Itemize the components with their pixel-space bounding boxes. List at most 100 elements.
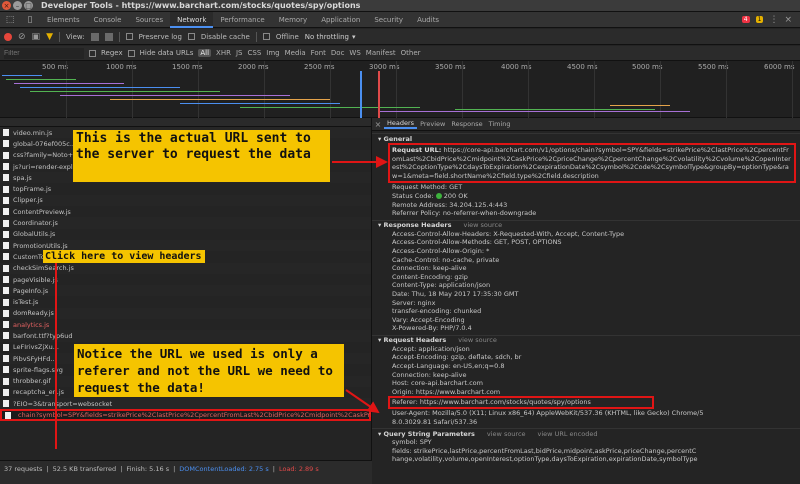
- response-header: X-Powered-By: PHP/7.0.4: [392, 324, 472, 333]
- preserve-log-checkbox[interactable]: [125, 33, 133, 40]
- camera-icon[interactable]: ▣: [32, 32, 41, 42]
- window-titlebar: × – □ Developer Tools - https://www.barc…: [0, 0, 800, 12]
- filter-type-img[interactable]: Img: [266, 49, 279, 57]
- filter-input[interactable]: [4, 47, 84, 59]
- file-icon: [3, 242, 9, 250]
- overview-icon[interactable]: [104, 32, 113, 41]
- divider: |: [120, 465, 123, 473]
- request-row[interactable]: checkSimSearch.js: [0, 262, 371, 274]
- file-icon: [5, 411, 11, 419]
- tab-application[interactable]: Application: [314, 12, 367, 28]
- error-count-badge[interactable]: 4: [741, 16, 750, 23]
- request-name: global-076ef005c...: [13, 139, 77, 148]
- referrer-policy: Referrer Policy: no-referrer-when-downgr…: [392, 209, 537, 218]
- file-icon: [3, 264, 9, 272]
- request-list-header: [0, 118, 371, 127]
- regex-checkbox[interactable]: [89, 49, 96, 57]
- tab-network[interactable]: Network: [170, 11, 214, 28]
- request-row[interactable]: ?EIO=3&transport=websocket: [0, 398, 371, 410]
- query-string-section-header[interactable]: ▾ Query String Parameters view source view…: [372, 428, 800, 438]
- referer-highlight: Referer: https://www.barchart.com/stocks…: [388, 396, 654, 410]
- filter-type-media[interactable]: Media: [285, 49, 306, 57]
- request-headers-section-header[interactable]: ▾ Request Headers view source: [372, 334, 800, 345]
- request-row[interactable]: PageInfo.js: [0, 285, 371, 297]
- response-header: Connection: keep-alive: [392, 264, 467, 273]
- view-source-link[interactable]: view source: [458, 336, 497, 344]
- filter-type-manifest[interactable]: Manifest: [366, 49, 396, 57]
- request-name: js?uri=render-expli...: [13, 162, 81, 171]
- filter-type-other[interactable]: Other: [401, 49, 421, 57]
- tab-response[interactable]: Response: [448, 120, 485, 128]
- close-window-icon[interactable]: ×: [2, 1, 11, 10]
- record-icon[interactable]: [4, 32, 12, 41]
- view-source-link[interactable]: view source: [487, 430, 526, 438]
- filter-type-font[interactable]: Font: [311, 49, 326, 57]
- device-toolbar-icon[interactable]: ▯: [20, 15, 40, 25]
- clear-icon[interactable]: ⊘: [18, 32, 26, 42]
- disable-cache-checkbox[interactable]: [187, 33, 195, 40]
- close-devtools-icon[interactable]: ×: [784, 15, 792, 25]
- request-name: analytics.js: [13, 320, 50, 329]
- file-icon: [3, 332, 9, 340]
- timeline-tick: 3000 ms: [369, 63, 400, 71]
- timeline-tick: 4500 ms: [567, 63, 598, 71]
- request-name: ?EIO=3&transport=websocket: [13, 399, 113, 408]
- offline-checkbox[interactable]: [262, 33, 270, 40]
- filter-type-xhr[interactable]: XHR: [216, 49, 231, 57]
- response-header: Access-Control-Allow-Origin: *: [392, 246, 490, 255]
- general-title: General: [383, 134, 413, 143]
- warning-count-badge[interactable]: 1: [755, 16, 764, 23]
- request-name: recaptcha_en.js: [13, 388, 65, 397]
- response-header: Content-Type: application/json: [392, 281, 491, 290]
- request-row[interactable]: barfont.ttf?typ6ud: [0, 330, 371, 342]
- filter-type-doc[interactable]: Doc: [331, 49, 345, 57]
- file-icon: [3, 208, 9, 216]
- tab-performance[interactable]: Performance: [213, 12, 271, 28]
- network-timeline-overview[interactable]: 500 ms 1000 ms 1500 ms 2000 ms 2500 ms 3…: [0, 61, 800, 118]
- tab-headers[interactable]: Headers: [384, 119, 418, 129]
- tab-console[interactable]: Console: [87, 12, 129, 28]
- remote-address: Remote Address: 34.204.125.4:443: [392, 200, 508, 209]
- request-row[interactable]: pageVisible.js: [0, 274, 371, 285]
- throttling-select[interactable]: No throttling ▾: [305, 33, 356, 41]
- request-row[interactable]: Clipper.js: [0, 194, 371, 207]
- request-row[interactable]: topFrame.js: [0, 183, 371, 194]
- tab-security[interactable]: Security: [367, 12, 410, 28]
- minimize-window-icon[interactable]: –: [13, 1, 22, 10]
- tab-timing[interactable]: Timing: [486, 120, 514, 128]
- tab-elements[interactable]: Elements: [40, 12, 87, 28]
- file-icon: [3, 355, 9, 363]
- file-icon: [3, 366, 9, 374]
- more-menu-icon[interactable]: ⋮: [769, 15, 778, 25]
- response-headers-section-header[interactable]: ▾ Response Headers view source: [372, 219, 800, 230]
- request-name: checkSimSearch.js: [13, 264, 74, 273]
- request-row-error[interactable]: analytics.js: [0, 319, 371, 330]
- filter-type-css[interactable]: CSS: [248, 49, 262, 57]
- window-title: Developer Tools - https://www.barchart.c…: [41, 1, 361, 10]
- view-source-link[interactable]: view source: [463, 221, 502, 229]
- request-row[interactable]: Coordinator.js: [0, 217, 371, 229]
- filter-type-all[interactable]: All: [198, 49, 212, 57]
- maximize-window-icon[interactable]: □: [24, 1, 33, 10]
- hide-data-urls-checkbox[interactable]: [127, 49, 135, 57]
- tab-audits[interactable]: Audits: [410, 12, 446, 28]
- general-section-header[interactable]: ▾ General: [372, 133, 800, 143]
- divider: [58, 31, 60, 42]
- large-rows-icon[interactable]: [90, 32, 99, 41]
- request-row[interactable]: ContentPreview.js: [0, 206, 371, 217]
- request-row[interactable]: GlobalUtils.js: [0, 229, 371, 240]
- user-agent-line-2: 8.0.3029.81 Safari/537.36: [392, 417, 478, 426]
- view-url-encoded-link[interactable]: view URL encoded: [538, 430, 598, 438]
- filter-type-js[interactable]: JS: [236, 49, 243, 57]
- request-row[interactable]: isTest.js: [0, 296, 371, 307]
- tab-preview[interactable]: Preview: [417, 120, 448, 128]
- filter-icon[interactable]: ▼: [46, 32, 53, 42]
- selected-request-row[interactable]: chain?symbol=SPY&fields=strikePrice%2Cla…: [0, 409, 371, 422]
- request-row[interactable]: domReady.js: [0, 307, 371, 320]
- tab-sources[interactable]: Sources: [128, 12, 170, 28]
- filter-type-ws[interactable]: WS: [349, 49, 360, 57]
- view-label: View:: [65, 32, 85, 41]
- inspect-element-icon[interactable]: ⬚: [0, 15, 20, 25]
- tab-memory[interactable]: Memory: [272, 12, 314, 28]
- close-details-icon[interactable]: ×: [372, 120, 384, 129]
